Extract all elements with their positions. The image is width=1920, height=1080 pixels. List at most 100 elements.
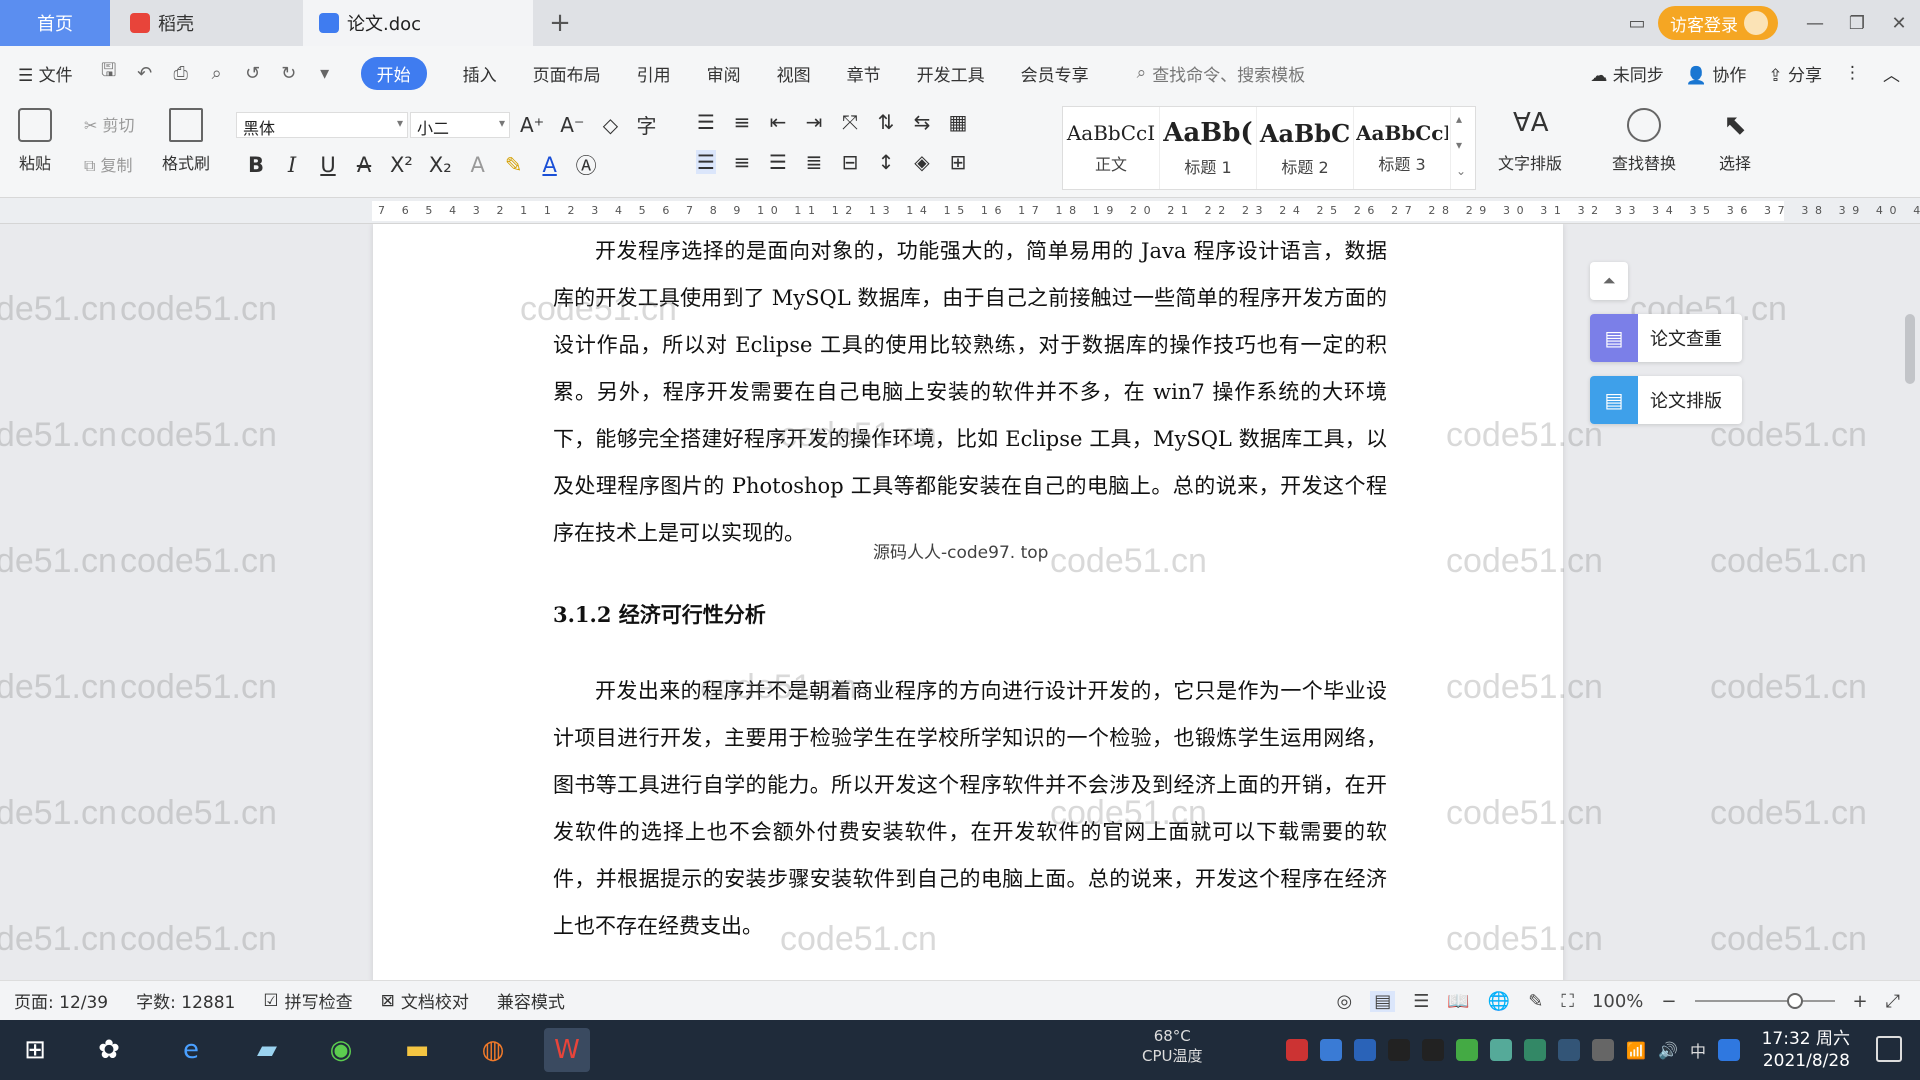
- font-size-select[interactable]: 小二: [410, 112, 510, 138]
- spell-check-button[interactable]: ☑ 拼写检查: [249, 988, 366, 1014]
- section-heading[interactable]: 3.1.2 经济可行性分析: [553, 599, 766, 629]
- tab-daoke[interactable]: 稻壳: [110, 0, 303, 46]
- battery-icon[interactable]: [1592, 1039, 1615, 1061]
- browser-360-icon[interactable]: ◉: [318, 1028, 364, 1072]
- collapse-panel-button[interactable]: ⏶: [1590, 262, 1628, 300]
- word-count[interactable]: 字数: 12881: [122, 988, 249, 1013]
- style-normal[interactable]: AaBbCcI 正文: [1063, 107, 1160, 189]
- paragraph-economic[interactable]: 开发出来的程序并不是朝着商业程序的方向进行设计开发的，它只是作为一个毕业设计项目…: [553, 668, 1387, 950]
- scrollbar-thumb[interactable]: [1905, 314, 1915, 384]
- nvidia-icon[interactable]: [1524, 1039, 1547, 1061]
- tray-app-icon[interactable]: [1320, 1039, 1343, 1061]
- border-icon[interactable]: ⊞: [948, 150, 968, 174]
- page-view-icon[interactable]: ▤: [1370, 990, 1396, 1012]
- style-gallery-scroll[interactable]: ▴ ▾ ⌄: [1456, 106, 1466, 184]
- ime-indicator[interactable]: 中: [1690, 1038, 1706, 1062]
- write-view-icon[interactable]: ✎: [1528, 991, 1543, 1012]
- sort-icon[interactable]: ⇅: [876, 110, 896, 134]
- shading-icon[interactable]: ◈: [912, 150, 932, 174]
- proofread-button[interactable]: ⊠ 文档校对: [367, 988, 483, 1014]
- menu-references[interactable]: 引用: [619, 61, 689, 86]
- bold-icon[interactable]: B: [246, 153, 266, 177]
- tray-app-icon[interactable]: [1456, 1039, 1479, 1061]
- table-icon[interactable]: ▦: [948, 110, 968, 134]
- menu-start[interactable]: 开始: [360, 56, 427, 90]
- notification-icon[interactable]: [1876, 1036, 1902, 1062]
- sync-button[interactable]: ☁ 未同步: [1590, 61, 1663, 86]
- superscript-icon[interactable]: X²: [390, 153, 413, 177]
- font-name-select[interactable]: 黑体: [236, 112, 408, 138]
- menu-member[interactable]: 会员专享: [1003, 61, 1107, 86]
- decrease-indent-icon[interactable]: ⇤: [768, 110, 788, 134]
- strikethrough-icon[interactable]: A: [354, 153, 374, 177]
- justify-icon[interactable]: ≣: [804, 150, 824, 174]
- underline-icon[interactable]: U: [318, 153, 338, 177]
- align-left-icon[interactable]: ☰: [696, 150, 716, 174]
- tablet-mode-icon[interactable]: ▭: [1616, 0, 1658, 46]
- text-effect-icon[interactable]: A: [468, 153, 488, 177]
- eye-protect-icon[interactable]: ◎: [1337, 991, 1353, 1012]
- highlight-icon[interactable]: ✎: [504, 153, 524, 177]
- ie-browser-icon[interactable]: e: [168, 1028, 214, 1072]
- undo-history-icon[interactable]: ↶: [127, 63, 163, 84]
- zoom-in-icon[interactable]: +: [1853, 991, 1868, 1012]
- save-icon[interactable]: 🖫: [91, 58, 127, 88]
- qq-icon[interactable]: [1388, 1039, 1411, 1061]
- bullet-list-icon[interactable]: ☰: [696, 110, 716, 134]
- app-pinwheel-icon[interactable]: ✿: [86, 1028, 132, 1072]
- phonetic-icon[interactable]: 字: [637, 110, 657, 139]
- undo-icon[interactable]: ↺: [235, 63, 271, 84]
- tray-app-icon[interactable]: [1286, 1039, 1309, 1061]
- zoom-level[interactable]: 100%: [1592, 991, 1643, 1012]
- line-spacing-icon[interactable]: ↕: [876, 150, 896, 174]
- menu-view[interactable]: 视图: [759, 61, 829, 86]
- menu-review[interactable]: 审阅: [689, 61, 759, 86]
- grow-font-icon[interactable]: A⁺: [520, 113, 544, 137]
- fullscreen-icon[interactable]: ⤢: [1886, 991, 1900, 1012]
- distribute-icon[interactable]: ⊟: [840, 150, 860, 174]
- tab-document[interactable]: 论文.doc: [303, 0, 533, 46]
- outline-view-icon[interactable]: ☰: [1413, 991, 1429, 1012]
- web-view-icon[interactable]: 🌐: [1488, 991, 1510, 1012]
- share-button[interactable]: ⇪ 分享: [1768, 61, 1822, 86]
- collapse-ribbon-icon[interactable]: ︿: [1883, 61, 1900, 86]
- menu-file[interactable]: ☰ 文件: [0, 61, 91, 86]
- menu-developer[interactable]: 开发工具: [899, 61, 1003, 86]
- wifi-icon[interactable]: 📶: [1626, 1041, 1646, 1060]
- text-layout-button[interactable]: ⱯA 文字排版: [1498, 108, 1562, 174]
- cpu-temperature[interactable]: 68°C CPU温度: [1142, 1026, 1203, 1066]
- clock[interactable]: 17:32 周六 2021/8/28: [1762, 1028, 1850, 1072]
- zoom-slider[interactable]: [1694, 993, 1835, 1009]
- customize-dropdown-icon[interactable]: ▾: [307, 63, 343, 84]
- document-page[interactable]: 开发程序选择的是面向对象的，功能强大的，简单易用的 Java 程序设计语言，数据…: [373, 224, 1563, 980]
- windows-start-icon[interactable]: ⊞: [12, 1028, 58, 1072]
- minimize-icon[interactable]: —: [1794, 0, 1836, 46]
- qq-icon[interactable]: [1422, 1039, 1445, 1061]
- print-icon[interactable]: ⎙: [163, 63, 199, 84]
- numbered-list-icon[interactable]: ≡: [732, 110, 752, 134]
- more-icon[interactable]: ⋮: [1844, 63, 1861, 83]
- copy-button[interactable]: ⧉ 复制: [84, 152, 133, 176]
- tray-app-icon[interactable]: [1718, 1039, 1740, 1061]
- zoom-out-icon[interactable]: −: [1661, 991, 1676, 1012]
- char-border-icon[interactable]: Ⓐ: [576, 150, 597, 180]
- tab-home[interactable]: 首页: [0, 0, 110, 46]
- redo-icon[interactable]: ↻: [271, 63, 307, 84]
- thesis-check-button[interactable]: ▤ 论文查重: [1590, 314, 1742, 362]
- align-center-icon[interactable]: ≡: [732, 150, 752, 174]
- find-replace-button[interactable]: 查找替换: [1612, 108, 1676, 174]
- format-painter-button[interactable]: 格式刷: [162, 108, 210, 174]
- paste-button[interactable]: 粘贴: [18, 108, 52, 174]
- menu-insert[interactable]: 插入: [445, 61, 515, 86]
- file-explorer-icon[interactable]: ▬: [394, 1028, 440, 1072]
- style-heading-3[interactable]: AaBbCcI 标题 3: [1354, 107, 1451, 189]
- notebook-app-icon[interactable]: ▰: [244, 1028, 290, 1072]
- select-button[interactable]: ⬉ 选择: [1718, 108, 1752, 174]
- subscript-icon[interactable]: X₂: [429, 153, 452, 177]
- italic-icon[interactable]: I: [282, 153, 302, 177]
- bluetooth-icon[interactable]: [1558, 1039, 1581, 1061]
- font-color-icon[interactable]: A: [540, 153, 560, 177]
- ruler[interactable]: 7 6 5 4 3 2 1 1 2 3 4 5 6 7 8 9 10 11 12…: [0, 198, 1920, 224]
- style-heading-2[interactable]: AaBbC 标题 2: [1257, 107, 1354, 189]
- zoom-slider-knob[interactable]: [1786, 993, 1803, 1009]
